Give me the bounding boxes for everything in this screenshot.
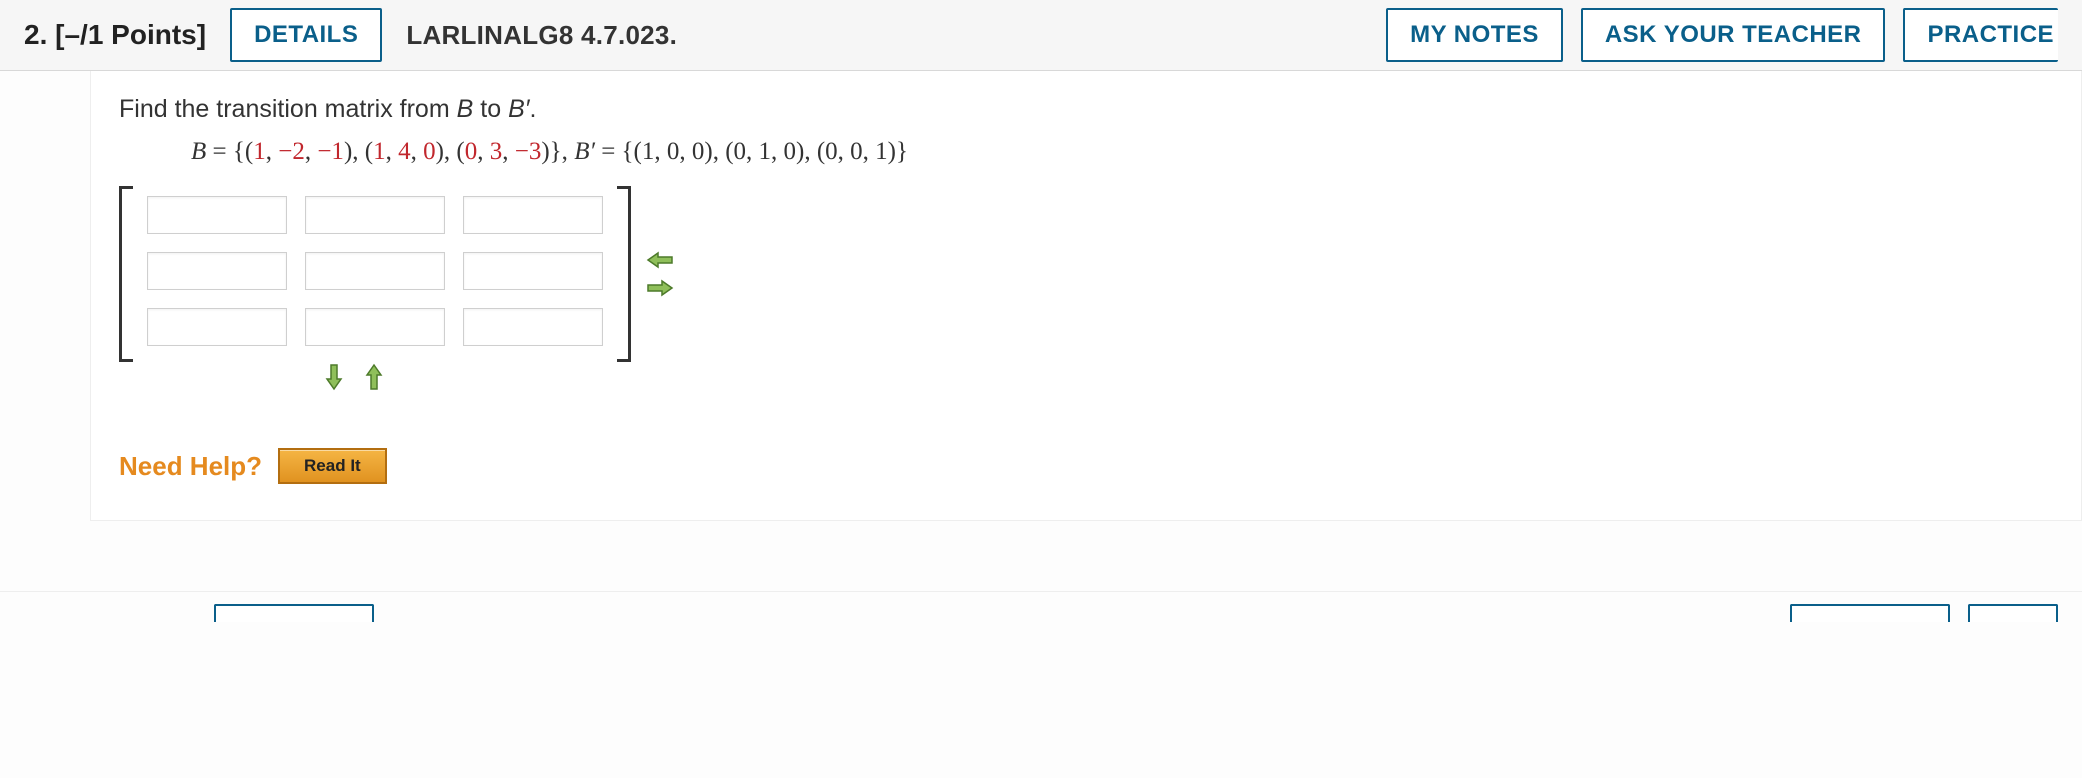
stub-button: [214, 604, 374, 622]
v2b: 4: [398, 138, 411, 165]
matrix-cell-2-2[interactable]: [463, 308, 603, 346]
prompt-B: B: [457, 95, 474, 123]
v1b: −2: [278, 138, 305, 165]
eq-Bprime: B′: [574, 138, 595, 165]
row-arrow-group: [319, 366, 2053, 388]
practice-label: PRACTICE: [1927, 21, 2054, 49]
eq-bprime-set: {(1, 0, 0), (0, 1, 0), (0, 0, 1)}: [622, 138, 908, 165]
arrow-right-icon: [646, 279, 674, 297]
ask-teacher-button[interactable]: ASK YOUR TEACHER: [1581, 8, 1886, 62]
v1a: 1: [253, 138, 266, 165]
stub-button: [1968, 604, 2058, 622]
details-button[interactable]: DETAILS: [230, 8, 382, 62]
points-label: [–/1 Points]: [55, 19, 206, 50]
answer-matrix: [119, 186, 631, 362]
add-row-button[interactable]: [319, 366, 349, 388]
prompt-to: to: [473, 95, 508, 123]
arrow-up-icon: [365, 363, 383, 391]
eq-eq: =: [206, 138, 233, 165]
question-number: 2.: [24, 19, 47, 50]
v1c: −1: [317, 138, 344, 165]
matrix-cell-1-1[interactable]: [305, 252, 445, 290]
matrix-cell-1-2[interactable]: [463, 252, 603, 290]
arrow-left-icon: [646, 251, 674, 269]
details-label: DETAILS: [254, 21, 358, 49]
matrix-cell-0-2[interactable]: [463, 196, 603, 234]
matrix-cell-0-0[interactable]: [147, 196, 287, 234]
v3a: 0: [465, 138, 478, 165]
matrix-cells: [133, 186, 617, 362]
prompt-Bprime: B′: [508, 95, 529, 123]
remove-column-button[interactable]: [645, 249, 675, 271]
add-column-button[interactable]: [645, 277, 675, 299]
read-it-button[interactable]: Read It: [278, 448, 387, 484]
need-help-label: Need Help?: [119, 451, 262, 482]
right-bracket-icon: [617, 186, 631, 362]
arrow-down-icon: [325, 363, 343, 391]
header-left-group: 2. [–/1 Points] DETAILS LARLINALG8 4.7.0…: [24, 8, 677, 62]
practice-button[interactable]: PRACTICE: [1903, 8, 2058, 62]
stub-left: [214, 604, 374, 622]
question-number-points: 2. [–/1 Points]: [24, 19, 206, 51]
header-right-group: MY NOTES ASK YOUR TEACHER PRACTICE: [1386, 8, 2058, 62]
question-body: Find the transition matrix from B to B′.…: [90, 71, 2082, 521]
reference-code: LARLINALG8 4.7.023.: [406, 20, 677, 51]
question-container: 2. [–/1 Points] DETAILS LARLINALG8 4.7.0…: [0, 0, 2082, 622]
read-it-label: Read It: [304, 456, 361, 475]
need-help-row: Need Help? Read It: [119, 448, 2053, 484]
next-question-header-stub: [0, 591, 2082, 622]
matrix-cell-2-1[interactable]: [305, 308, 445, 346]
v2c: 0: [423, 138, 436, 165]
eq-B: B: [191, 138, 206, 165]
my-notes-label: MY NOTES: [1410, 21, 1539, 49]
matrix-cell-1-0[interactable]: [147, 252, 287, 290]
stub-button: [1790, 604, 1950, 622]
prompt-text-before: Find the transition matrix from: [119, 95, 457, 123]
left-bracket-icon: [119, 186, 133, 362]
remove-row-button[interactable]: [359, 366, 389, 388]
matrix-area: [119, 186, 2053, 362]
ask-teacher-label: ASK YOUR TEACHER: [1605, 21, 1862, 49]
question-header: 2. [–/1 Points] DETAILS LARLINALG8 4.7.0…: [0, 0, 2082, 71]
stub-right: [1790, 604, 2058, 622]
my-notes-button[interactable]: MY NOTES: [1386, 8, 1563, 62]
question-prompt: Find the transition matrix from B to B′.: [119, 95, 2053, 124]
v3c: −3: [515, 138, 542, 165]
matrix-cell-0-1[interactable]: [305, 196, 445, 234]
prompt-period: .: [529, 95, 536, 123]
equation-line: B = {(1, −2, −1), (1, 4, 0), (0, 3, −3)}…: [191, 138, 2053, 166]
matrix-cell-2-0[interactable]: [147, 308, 287, 346]
v2a: 1: [373, 138, 386, 165]
v3b: 3: [490, 138, 503, 165]
column-arrow-group: [645, 249, 675, 299]
